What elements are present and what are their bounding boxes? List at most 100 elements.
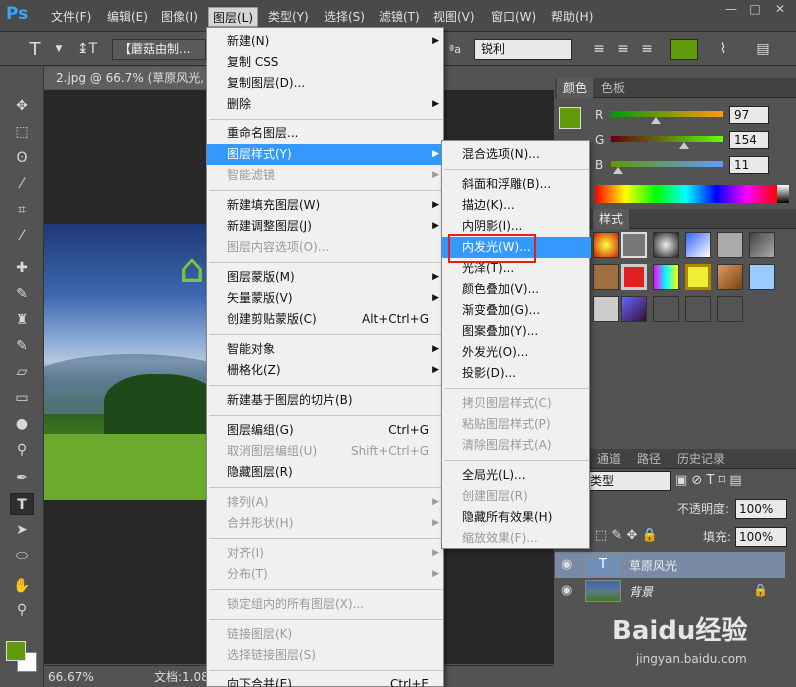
menu-new[interactable]: 新建(N) ▶ <box>207 31 445 52</box>
style-preset[interactable] <box>621 264 647 290</box>
menu-align[interactable]: 对齐(I) ▶ <box>207 543 445 564</box>
antialias-select[interactable]: 锐利 <box>474 39 572 60</box>
menu-layer-style[interactable]: 图层样式(Y) ▶ <box>207 144 445 165</box>
menu-clear-layer-style[interactable]: 清除图层样式(A) <box>442 435 591 456</box>
menu-paste-layer-style[interactable]: 粘贴图层样式(P) <box>442 414 591 435</box>
type-tool-icon[interactable]: T <box>10 493 34 515</box>
tab-history[interactable]: 历史记录 <box>671 449 731 469</box>
layer-row[interactable]: ◉ 背景 🔒 <box>555 578 785 604</box>
menu-blending-options[interactable]: 混合选项(N)... <box>442 144 591 165</box>
color-panel-fg-swatch[interactable] <box>559 107 581 129</box>
menu-pattern-overlay[interactable]: 图案叠加(Y)... <box>442 321 591 342</box>
zoom-tool-icon[interactable]: ⚲ <box>10 599 34 621</box>
tab-swatches[interactable]: 色板 <box>595 78 631 98</box>
warp-text-icon[interactable]: ⌇ <box>712 39 734 60</box>
green-track[interactable] <box>611 136 723 142</box>
blue-value-input[interactable]: 11 <box>729 156 769 174</box>
menu-file[interactable]: 文件(F) <box>47 7 95 27</box>
character-panel-icon[interactable]: ▤ <box>752 39 774 60</box>
menu-smart-object[interactable]: 智能对象 ▶ <box>207 339 445 360</box>
menu-window[interactable]: 窗口(W) <box>487 7 540 27</box>
red-slider[interactable]: R 97 <box>593 105 793 127</box>
move-tool-icon[interactable]: ✥ <box>10 95 34 117</box>
minimize-button[interactable]: — <box>718 0 744 18</box>
close-button[interactable]: ✕ <box>767 0 793 18</box>
blue-slider[interactable]: B 11 <box>593 155 793 177</box>
menu-clipping-mask[interactable]: 创建剪贴蒙版(C) Alt+Ctrl+G <box>207 309 445 330</box>
style-preset[interactable] <box>593 232 619 258</box>
style-preset[interactable] <box>749 264 775 290</box>
red-thumb-icon[interactable] <box>651 117 661 124</box>
layer-name[interactable]: 背景 <box>629 583 653 600</box>
style-preset[interactable] <box>685 264 711 290</box>
layer-kind-filter[interactable]: 类型 <box>585 471 671 491</box>
style-preset[interactable] <box>685 232 711 258</box>
color-spectrum-bar[interactable] <box>595 185 777 203</box>
red-track[interactable] <box>611 111 723 117</box>
font-family-select[interactable]: 【蘑菇由制... <box>112 39 206 60</box>
menu-delete[interactable]: 删除 ▶ <box>207 94 445 115</box>
fill-input[interactable]: 100% <box>735 527 787 547</box>
gradient-tool-icon[interactable]: ▭ <box>10 387 34 409</box>
menu-stroke[interactable]: 描边(K)... <box>442 195 591 216</box>
text-color-swatch[interactable] <box>670 39 698 60</box>
menu-arrange[interactable]: 排列(A) ▶ <box>207 492 445 513</box>
style-preset[interactable] <box>749 232 775 258</box>
tool-preset-arrow-icon[interactable]: ▼ <box>48 39 70 60</box>
style-preset[interactable] <box>621 232 647 258</box>
menu-type[interactable]: 类型(Y) <box>264 7 313 27</box>
menu-merge-down[interactable]: 向下合并(E) Ctrl+E <box>207 674 445 687</box>
eyedropper-tool-icon[interactable]: ⁄ <box>10 225 34 247</box>
menu-scale-effects[interactable]: 缩放效果(F)... <box>442 528 591 549</box>
visibility-eye-icon[interactable]: ◉ <box>561 557 577 573</box>
menu-lock-all-layers[interactable]: 锁定组内的所有图层(X)... <box>207 594 445 615</box>
tab-channels[interactable]: 通道 <box>591 449 627 469</box>
menu-link-layers[interactable]: 链接图层(K) <box>207 624 445 645</box>
foreground-color-swatch[interactable] <box>6 641 26 661</box>
maximize-button[interactable]: □ <box>742 0 768 18</box>
menu-layer-content-options[interactable]: 图层内容选项(O)... <box>207 237 445 258</box>
path-select-tool-icon[interactable]: ➤ <box>10 519 34 541</box>
menu-rasterize[interactable]: 栅格化(Z) ▶ <box>207 360 445 381</box>
layer-name[interactable]: 草原风光 <box>629 557 677 574</box>
menu-select-linked-layers[interactable]: 选择链接图层(S) <box>207 645 445 666</box>
brush-tool-icon[interactable]: ✎ <box>10 283 34 305</box>
menu-help[interactable]: 帮助(H) <box>547 7 597 27</box>
pen-tool-icon[interactable]: ✒ <box>10 467 34 489</box>
menu-color-overlay[interactable]: 颜色叠加(V)... <box>442 279 591 300</box>
menu-hide-all-effects[interactable]: 隐藏所有效果(H) <box>442 507 591 528</box>
menu-distribute[interactable]: 分布(T) ▶ <box>207 564 445 585</box>
green-slider[interactable]: G 154 <box>593 130 793 152</box>
eraser-tool-icon[interactable]: ▱ <box>10 361 34 383</box>
style-preset[interactable] <box>653 232 679 258</box>
hand-tool-icon[interactable]: ✋ <box>10 575 34 597</box>
menu-layer[interactable]: 图层(L) <box>208 7 259 27</box>
style-preset[interactable] <box>653 264 679 290</box>
text-tool-icon[interactable]: T <box>24 39 46 60</box>
menu-copy-css[interactable]: 复制 CSS <box>207 52 445 73</box>
lasso-tool-icon[interactable]: ʘ <box>10 147 34 169</box>
red-value-input[interactable]: 97 <box>729 106 769 124</box>
menu-view[interactable]: 视图(V) <box>429 7 479 27</box>
menu-edit[interactable]: 编辑(E) <box>103 7 152 27</box>
menu-duplicate-layer[interactable]: 复制图层(D)... <box>207 73 445 94</box>
menu-combine-shapes[interactable]: 合并形状(H) ▶ <box>207 513 445 534</box>
style-preset[interactable] <box>717 264 743 290</box>
spectrum-bw-bar[interactable] <box>777 185 789 203</box>
style-preset[interactable] <box>621 296 647 322</box>
blue-thumb-icon[interactable] <box>613 167 623 174</box>
zoom-level[interactable]: 66.67% <box>48 666 94 687</box>
menu-gradient-overlay[interactable]: 渐变叠加(G)... <box>442 300 591 321</box>
menu-create-layer[interactable]: 创建图层(R) <box>442 486 591 507</box>
filter-icons[interactable]: ▣ ⊘ T ⌑ ▤ <box>675 471 742 491</box>
visibility-eye-icon[interactable]: ◉ <box>561 583 577 599</box>
menu-bevel-emboss[interactable]: 斜面和浮雕(B)... <box>442 174 591 195</box>
healing-brush-tool-icon[interactable]: ✚ <box>10 257 34 279</box>
menu-drop-shadow[interactable]: 投影(D)... <box>442 363 591 384</box>
lock-icons[interactable]: ⬚ ✎ ✥ 🔒 <box>595 526 658 546</box>
document-tab[interactable]: 2.jpg @ 66.7% (草原风光, R <box>44 67 210 89</box>
align-right-icon[interactable]: ≡ <box>636 39 658 60</box>
menu-new-layer-slice[interactable]: 新建基于图层的切片(B) <box>207 390 445 411</box>
style-preset[interactable] <box>593 296 619 322</box>
blue-track[interactable] <box>611 161 723 167</box>
